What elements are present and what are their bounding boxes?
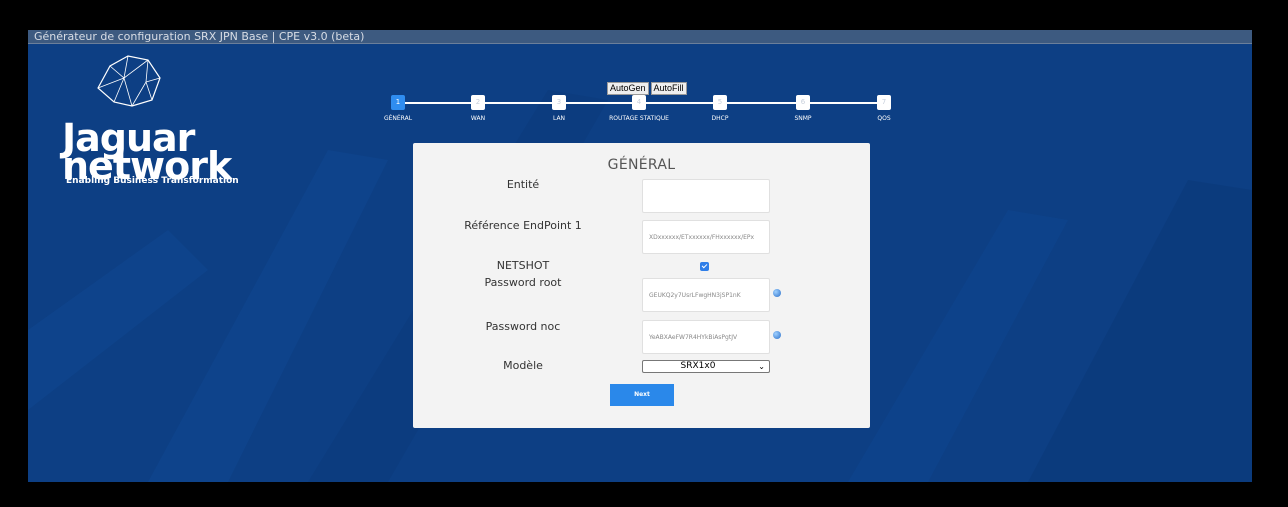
logo-tagline: Enabling Business Transformation (66, 176, 239, 186)
step-1-label: GÉNÉRAL (383, 115, 413, 122)
app-window: Générateur de configuration SRX JPN Base… (28, 30, 1252, 482)
entite-input[interactable] (649, 193, 767, 201)
step-4-label: ROUTAGE STATIQUE (609, 115, 669, 122)
entite-label: Entité (506, 178, 540, 191)
wizard-stepper: 1 GÉNÉRAL 2 WAN 3 LAN 4 ROUTAGE STATIQUE… (368, 92, 928, 132)
step-6-marker[interactable]: 6 (796, 95, 810, 110)
netshot-checkbox[interactable] (700, 262, 709, 271)
form-title: GÉNÉRAL (607, 157, 676, 173)
step-2-label: WAN (470, 115, 486, 122)
step-4-marker[interactable]: 4 (632, 95, 646, 110)
step-1-marker[interactable]: 1 (391, 95, 405, 110)
password-noc-field[interactable]: YeABXAeFW7R4HYkBiAsPgtJV (642, 320, 770, 354)
window-title: Générateur de configuration SRX JPN Base… (34, 30, 365, 43)
step-2-marker[interactable]: 2 (471, 95, 485, 110)
step-7-marker[interactable]: 7 (877, 95, 891, 110)
password-root-value: GEUKQ2y7UsrLFwgHN3jSP1nK (649, 292, 741, 299)
next-button[interactable]: Next (610, 384, 674, 406)
step-7-label: QOS (877, 115, 891, 122)
regenerate-noc-password-icon[interactable] (773, 331, 781, 339)
reference-endpoint-placeholder: XDxxxxxx/ETxxxxxx/FHxxxxxx/EPx (649, 234, 755, 241)
netshot-label: NETSHOT (496, 259, 550, 272)
password-noc-label: Password noc (485, 320, 561, 333)
entite-field[interactable] (642, 179, 770, 213)
step-3-label: LAN (552, 115, 566, 122)
step-5-marker[interactable]: 5 (713, 95, 727, 110)
step-3-marker[interactable]: 3 (552, 95, 566, 110)
modele-label: Modèle (503, 359, 543, 372)
reference-endpoint-label: Référence EndPoint 1 (464, 219, 582, 232)
jaguar-head-icon (97, 55, 161, 107)
reference-endpoint-field[interactable]: XDxxxxxx/ETxxxxxx/FHxxxxxx/EPx (642, 220, 770, 254)
password-root-field[interactable]: GEUKQ2y7UsrLFwgHN3jSP1nK (642, 278, 770, 312)
modele-selected-value: SRX1x0 (680, 361, 716, 371)
regenerate-root-password-icon[interactable] (773, 289, 781, 297)
password-noc-value: YeABXAeFW7R4HYkBiAsPgtJV (649, 334, 738, 341)
jaguar-network-logo: Jaguar network Enabling Business Transfo… (44, 48, 239, 193)
step-5-label: DHCP (711, 115, 729, 122)
modele-select[interactable]: SRX1x0 ⌄ (642, 360, 770, 373)
step-6-label: SNMP (794, 115, 812, 122)
chevron-down-icon: ⌄ (758, 362, 765, 371)
title-bar: Générateur de configuration SRX JPN Base… (28, 30, 1252, 44)
password-root-label: Password root (484, 276, 562, 289)
general-form-card: GÉNÉRAL Entité Référence EndPoint 1 XDxx… (413, 143, 870, 428)
